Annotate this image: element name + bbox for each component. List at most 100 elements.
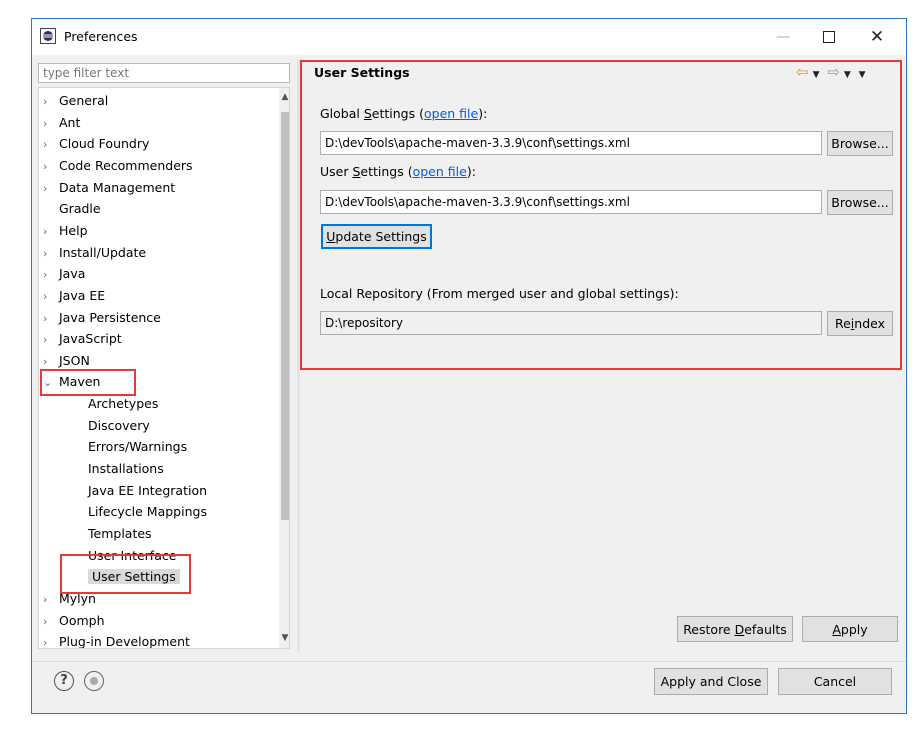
chevron-right-icon[interactable]: › bbox=[43, 221, 59, 242]
tree-item[interactable]: Archetypes bbox=[88, 393, 158, 414]
window-title: Preferences bbox=[64, 29, 138, 44]
tree-item-label: Installations bbox=[88, 461, 164, 477]
local-repository-label: Local Repository (From merged user and g… bbox=[320, 286, 679, 301]
tree-item[interactable]: › General bbox=[43, 90, 108, 111]
tree-item[interactable]: Java EE Integration bbox=[88, 480, 207, 501]
page-title: User Settings bbox=[314, 65, 410, 80]
tree-item[interactable]: › Mylyn bbox=[43, 588, 96, 609]
tree-item[interactable]: › JSON bbox=[43, 350, 90, 371]
update-settings-button[interactable]: Update Settings bbox=[321, 224, 432, 249]
tree-item-label: User Interface bbox=[88, 547, 177, 563]
chevron-right-icon[interactable]: › bbox=[43, 134, 59, 155]
tree-item[interactable]: Errors/Warnings bbox=[88, 436, 187, 457]
tree-item[interactable]: › Data Management bbox=[43, 177, 175, 198]
pane-divider[interactable] bbox=[297, 59, 300, 651]
tree-item[interactable]: › Java bbox=[43, 263, 85, 284]
tree-item[interactable]: Installations bbox=[88, 458, 164, 479]
record-macro-icon[interactable] bbox=[84, 671, 104, 691]
chevron-right-icon[interactable]: › bbox=[43, 178, 59, 199]
tree-item[interactable]: › Cloud Foundry bbox=[43, 133, 149, 154]
chevron-down-icon[interactable]: ⌄ bbox=[43, 372, 59, 393]
tree-item[interactable]: › Help bbox=[43, 220, 88, 241]
tree-item[interactable]: › JavaScript bbox=[43, 328, 122, 349]
chevron-right-icon[interactable]: › bbox=[43, 329, 59, 350]
tree-item-label: Discovery bbox=[88, 417, 150, 433]
scroll-up-icon[interactable]: ▲ bbox=[280, 92, 289, 102]
chevron-right-icon[interactable]: › bbox=[43, 156, 59, 177]
tree-item[interactable]: › Oomph bbox=[43, 610, 105, 631]
minimize-icon: — bbox=[776, 29, 790, 45]
tree-scrollbar[interactable]: ▲ ▼ bbox=[279, 88, 289, 648]
chevron-right-icon[interactable]: › bbox=[43, 589, 59, 610]
tree-item-label: Plug-in Development bbox=[59, 634, 190, 649]
tree-item-label: JavaScript bbox=[59, 331, 122, 347]
restore-defaults-button[interactable]: Restore Defaults bbox=[677, 616, 793, 642]
chevron-right-icon[interactable]: › bbox=[43, 286, 59, 307]
forward-dropdown-icon[interactable]: ▼ bbox=[844, 70, 851, 80]
chevron-right-icon[interactable]: › bbox=[43, 264, 59, 285]
view-menu-icon[interactable]: ▼ bbox=[859, 70, 866, 80]
tree-item[interactable]: ⌄ Maven bbox=[43, 371, 100, 392]
chevron-right-icon[interactable]: › bbox=[43, 113, 59, 134]
filter-input[interactable] bbox=[38, 63, 290, 83]
local-repository-field[interactable] bbox=[320, 311, 822, 335]
help-icon[interactable]: ? bbox=[54, 671, 74, 691]
maximize-button[interactable] bbox=[806, 19, 852, 55]
tree-item-label: User Settings bbox=[88, 569, 180, 585]
tree-item-label: Gradle bbox=[59, 201, 101, 217]
chevron-right-icon[interactable]: › bbox=[43, 308, 59, 329]
tree-item-label: Java EE bbox=[59, 287, 106, 303]
tree-item-label: Install/Update bbox=[59, 244, 147, 260]
user-settings-field[interactable] bbox=[320, 190, 822, 214]
tree-item[interactable]: Gradle bbox=[43, 198, 101, 219]
tree-item[interactable]: › Ant bbox=[43, 112, 80, 133]
forward-arrow-icon[interactable]: ⇨ bbox=[827, 63, 840, 81]
tree-item[interactable]: Lifecycle Mappings bbox=[88, 501, 207, 522]
tree-item-label: Help bbox=[59, 222, 88, 238]
global-open-file-link[interactable]: open file bbox=[424, 106, 478, 121]
tree-item-label: General bbox=[59, 93, 109, 108]
tree-item[interactable]: Templates bbox=[88, 523, 152, 544]
scroll-down-icon[interactable]: ▼ bbox=[280, 633, 289, 643]
chevron-right-icon[interactable]: › bbox=[43, 91, 59, 112]
preference-tree: › General › Ant › Cloud Foundry › Code Recommen… bbox=[38, 87, 290, 649]
tree-item[interactable]: Discovery bbox=[88, 415, 150, 436]
apply-and-close-button[interactable]: Apply and Close bbox=[654, 668, 768, 695]
tree-item[interactable]: › Java EE bbox=[43, 285, 105, 306]
tree-item[interactable]: › Java Persistence bbox=[43, 307, 161, 328]
tree-item[interactable]: User Interface bbox=[88, 545, 176, 566]
reindex-button[interactable]: Reindex bbox=[827, 311, 893, 336]
tree-item-label: Oomph bbox=[59, 612, 105, 628]
tree-item-label: Templates bbox=[88, 526, 152, 541]
tree-item[interactable]: › Install/Update bbox=[43, 242, 146, 263]
close-button[interactable]: ✕ bbox=[854, 19, 900, 55]
user-settings-label: User Settings (open file): bbox=[320, 164, 476, 179]
scrollbar-thumb[interactable] bbox=[281, 112, 289, 520]
tree-item-label: Data Management bbox=[59, 179, 176, 195]
global-settings-field[interactable] bbox=[320, 131, 822, 155]
chevron-right-icon[interactable]: › bbox=[43, 243, 59, 264]
global-browse-button[interactable]: Browse... bbox=[827, 131, 893, 156]
apply-button[interactable]: Apply bbox=[802, 616, 898, 642]
eclipse-app-icon bbox=[40, 28, 56, 44]
tree-item[interactable]: User Settings bbox=[88, 566, 180, 587]
user-open-file-link[interactable]: open file bbox=[413, 164, 467, 179]
tree-item-label: Java bbox=[59, 266, 86, 282]
tree-item[interactable]: › Plug-in Development bbox=[43, 631, 190, 649]
minimize-button[interactable]: — bbox=[760, 19, 806, 55]
back-dropdown-icon[interactable]: ▼ bbox=[813, 70, 820, 80]
chevron-right-icon[interactable]: › bbox=[43, 632, 59, 648]
tree-item-label: Archetypes bbox=[88, 396, 159, 412]
back-arrow-icon[interactable]: ⇦ bbox=[796, 63, 809, 81]
maximize-icon bbox=[823, 31, 835, 43]
user-browse-button[interactable]: Browse... bbox=[827, 190, 893, 215]
tree-item-label: Java Persistence bbox=[59, 309, 161, 325]
chevron-right-icon[interactable]: › bbox=[43, 351, 59, 372]
chevron-right-icon[interactable]: › bbox=[43, 611, 59, 632]
tree-item[interactable]: › Code Recommenders bbox=[43, 155, 193, 176]
tree-item-label: Ant bbox=[59, 114, 81, 130]
cancel-button[interactable]: Cancel bbox=[778, 668, 892, 695]
tree-item-label: JSON bbox=[59, 352, 90, 368]
tree-item-label: Mylyn bbox=[59, 590, 96, 606]
close-icon: ✕ bbox=[869, 27, 885, 47]
